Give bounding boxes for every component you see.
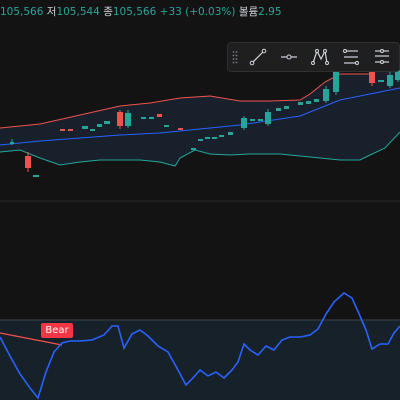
horizontal-ray-icon [280, 54, 297, 60]
long-position-icon [374, 49, 389, 64]
bollinger-fill [0, 57, 400, 166]
long-position-button[interactable] [366, 43, 397, 71]
legend-open-value: 105,566 [0, 6, 44, 18]
candlesticks [10, 64, 400, 177]
toolbar-drag-handle[interactable] [228, 43, 242, 71]
legend-volume-value: 2.95 [258, 6, 282, 18]
oscillator-line [0, 292, 400, 400]
drawing-toolbar [227, 42, 400, 72]
drag-handle-icon [232, 51, 238, 64]
fib-levels-icon [342, 49, 359, 65]
horizontal-ray-button[interactable] [273, 43, 304, 71]
pattern-tool-icon [310, 49, 329, 65]
lower-band-line [0, 131, 400, 167]
fib-levels-button[interactable] [335, 43, 366, 71]
legend-close-value: 105,566 [112, 6, 157, 18]
pattern-tool-button[interactable] [304, 43, 335, 71]
middle-band-line [0, 87, 400, 146]
legend-close-label: 종 [103, 6, 113, 18]
legend-low-value: 105,544 [56, 6, 100, 18]
legend-change: +33 (+0.03%) [159, 6, 236, 18]
legend-volume-label: 볼륨 [238, 6, 259, 18]
trend-line-button[interactable] [242, 43, 273, 71]
bear-signal-label: Bear [45, 325, 69, 336]
price-legend: 105,566 저105,544 종105,566 +33 (+0.03%) 볼… [0, 0, 282, 24]
legend-low-label: 저 [46, 6, 57, 18]
trend-line-icon [249, 48, 266, 66]
